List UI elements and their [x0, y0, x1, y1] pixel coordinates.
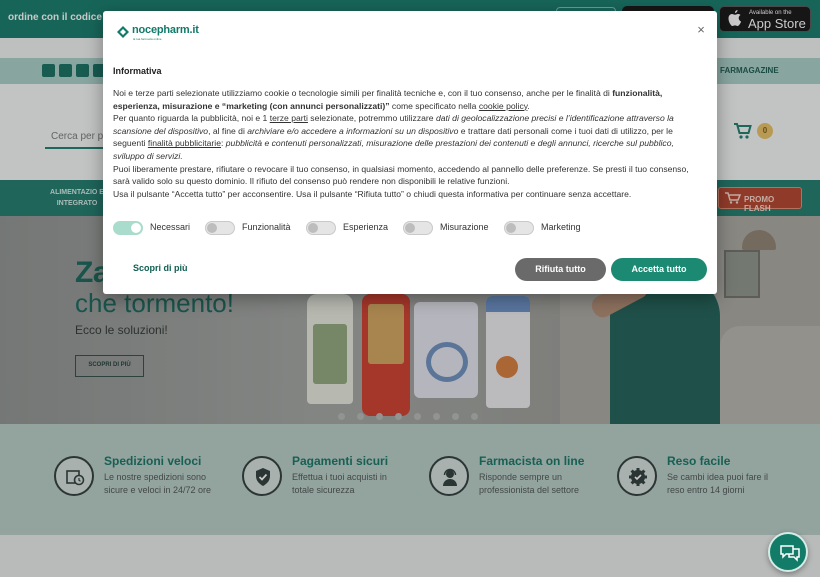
third-parties-link[interactable]: terze parti	[270, 113, 308, 123]
learn-more-link[interactable]: Scopri di più	[133, 263, 188, 273]
toggle-switch[interactable]	[113, 221, 143, 235]
toggle-label: Esperienza	[343, 222, 389, 232]
toggle-label: Misurazione	[440, 222, 489, 232]
logo-mark-icon	[117, 26, 129, 38]
toggle-switch[interactable]	[306, 221, 336, 235]
toggle-label: Funzionalità	[242, 222, 291, 232]
dialog-title: Informativa	[113, 66, 162, 76]
close-icon[interactable]: ×	[695, 23, 707, 36]
site-logo: nocepharm.it la tua farmacia online	[117, 22, 209, 42]
dialog-paragraph: Puoi liberamente prestare, rifiutare o r…	[113, 163, 689, 187]
dialog-paragraph: Noi e terze parti selezionate utilizziam…	[113, 88, 663, 111]
accept-all-button[interactable]: Accetta tutto	[611, 258, 707, 281]
dialog-paragraph: Usa il pulsante “Accetta tutto” per acco…	[113, 188, 632, 199]
toggle-switch[interactable]	[504, 221, 534, 235]
toggle-switch[interactable]	[205, 221, 235, 235]
toggle-label: Marketing	[541, 222, 581, 232]
cookie-policy-link[interactable]: cookie policy	[479, 101, 528, 111]
chat-bubble-icon	[780, 545, 800, 562]
logo-text: nocepharm.it	[132, 24, 199, 36]
consent-toggles: Necessari Funzionalità Esperienza Misura…	[113, 220, 613, 236]
reject-all-button[interactable]: Rifiuta tutto	[515, 258, 606, 281]
toggle-switch[interactable]	[403, 221, 433, 235]
ad-purposes-link[interactable]: finalità pubblicitarie	[148, 138, 221, 148]
dialog-body: Noi e terze parti selezionate utilizziam…	[113, 87, 705, 200]
logo-tagline: la tua farmacia online	[133, 37, 162, 41]
dialog-paragraph: Per quanto riguarda la pubblicità, noi e…	[113, 113, 674, 161]
chat-button[interactable]	[768, 532, 808, 572]
cookie-consent-dialog: nocepharm.it la tua farmacia online × In…	[103, 11, 717, 294]
toggle-label: Necessari	[150, 222, 191, 232]
